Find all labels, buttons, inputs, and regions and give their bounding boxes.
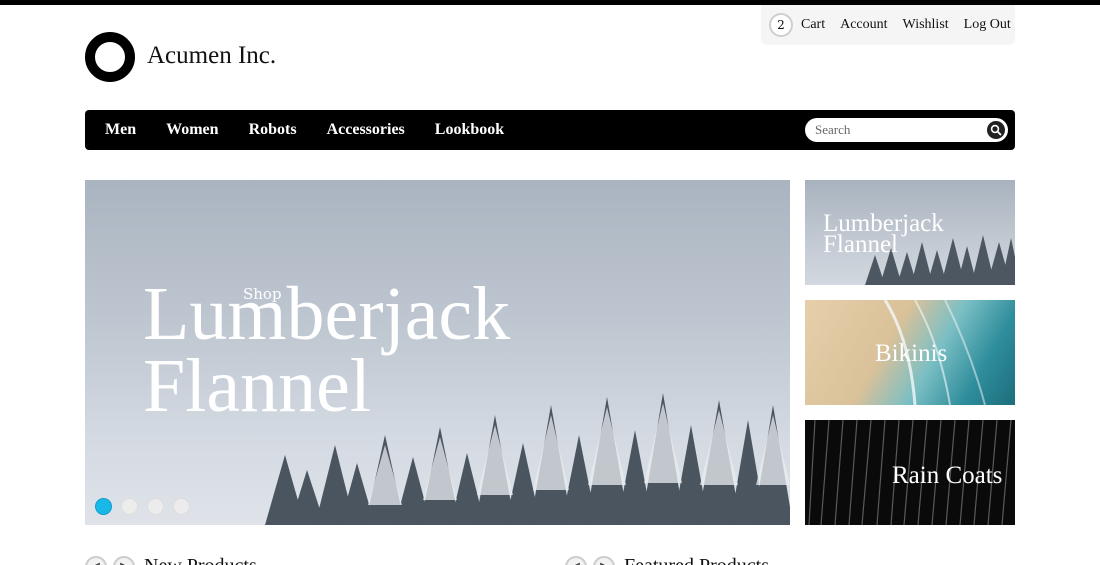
hero-slider[interactable]: Shop Lumberjack Flannel — [85, 180, 790, 525]
featured-products-header: ◀ ▶ Featured Products — [565, 555, 769, 565]
logout-link[interactable]: Log Out — [964, 17, 1011, 33]
account-link[interactable]: Account — [840, 17, 887, 33]
tile-label-line-2: Flannel — [823, 231, 898, 258]
hero-title[interactable]: Lumberjack Flannel — [143, 272, 643, 428]
nav-item-women[interactable]: Women — [166, 121, 218, 139]
slider-dot-4[interactable] — [173, 498, 190, 515]
tile-label-bikinis: Bikinis — [875, 340, 948, 367]
tile-label-rain-coats: Rain Coats — [892, 462, 1003, 489]
slider-dot-2[interactable] — [121, 498, 138, 515]
account-bar: 2 Cart Account Wishlist Log Out — [761, 5, 1015, 45]
nav-item-men[interactable]: Men — [105, 121, 136, 139]
nav-item-lookbook[interactable]: Lookbook — [435, 121, 504, 139]
nav-items: Men Women Robots Accessories Lookbook — [105, 110, 534, 150]
wishlist-link[interactable]: Wishlist — [903, 17, 949, 33]
promo-tile-bikinis[interactable]: Bikinis — [805, 300, 1015, 405]
search-box — [805, 118, 1008, 142]
nav-item-robots[interactable]: Robots — [249, 121, 297, 139]
brand-name[interactable]: Acumen Inc. — [147, 42, 276, 70]
ring-logo-icon[interactable] — [85, 32, 135, 82]
search-icon[interactable] — [987, 121, 1005, 139]
search-input[interactable] — [815, 120, 980, 140]
cart-link[interactable]: Cart — [801, 17, 825, 33]
prev-arrow-icon[interactable]: ◀ — [565, 555, 587, 565]
slider-dot-3[interactable] — [147, 498, 164, 515]
main-navbar: Men Women Robots Accessories Lookbook — [85, 110, 1015, 150]
prev-arrow-icon[interactable]: ◀ — [85, 555, 107, 565]
tile-label-lumberjack: Lumberjack Flannel — [823, 211, 944, 258]
hero-title-line-2: Flannel — [143, 344, 371, 428]
cart-count-badge[interactable]: 2 — [769, 13, 793, 37]
nav-item-accessories[interactable]: Accessories — [327, 121, 405, 139]
slider-dots — [95, 498, 199, 515]
new-products-title: New Products — [144, 555, 257, 565]
next-arrow-icon[interactable]: ▶ — [113, 555, 135, 565]
promo-tile-rain-coats[interactable]: Rain Coats — [805, 420, 1015, 525]
featured-products-title: Featured Products — [624, 555, 769, 565]
hero-title-line-1: Lumberjack — [143, 272, 511, 356]
promo-tile-lumberjack[interactable]: Lumberjack Flannel — [805, 180, 1015, 285]
slider-dot-1[interactable] — [95, 498, 112, 515]
next-arrow-icon[interactable]: ▶ — [593, 555, 615, 565]
new-products-header: ◀ ▶ New Products — [85, 555, 257, 565]
